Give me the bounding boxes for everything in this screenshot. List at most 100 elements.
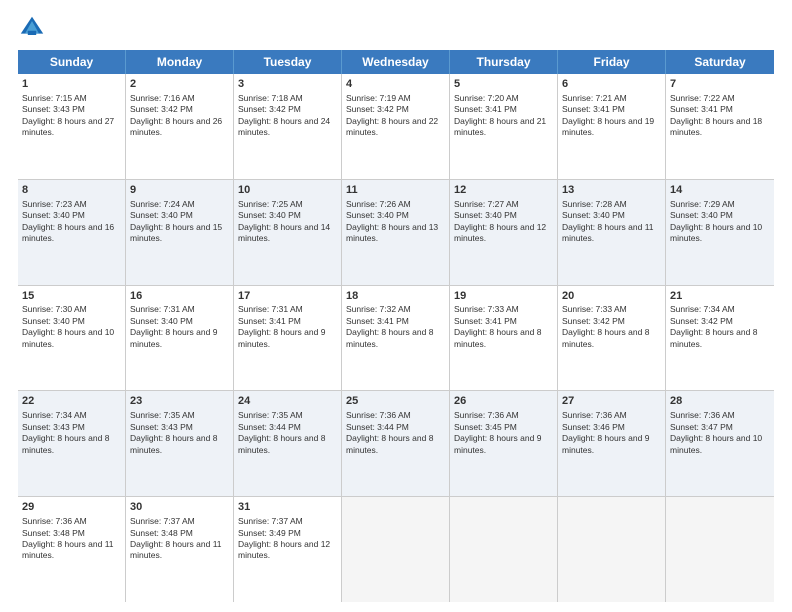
calendar-cell: 13 Sunrise: 7:28 AM Sunset: 3:40 PM Dayl… (558, 180, 666, 285)
day-number: 31 (238, 500, 337, 515)
calendar-cell: 27 Sunrise: 7:36 AM Sunset: 3:46 PM Dayl… (558, 391, 666, 496)
daylight-label: Daylight: 8 hours and 9 minutes. (562, 433, 649, 454)
daylight-label: Daylight: 8 hours and 8 minutes. (346, 433, 433, 454)
day-number: 16 (130, 289, 229, 304)
sunrise-label: Sunrise: 7:25 AM (238, 199, 303, 209)
day-number: 25 (346, 394, 445, 409)
day-number: 26 (454, 394, 553, 409)
day-number: 5 (454, 77, 553, 92)
sunrise-label: Sunrise: 7:36 AM (562, 410, 627, 420)
sunrise-label: Sunrise: 7:22 AM (670, 93, 735, 103)
day-number: 30 (130, 500, 229, 515)
calendar-cell: 20 Sunrise: 7:33 AM Sunset: 3:42 PM Dayl… (558, 286, 666, 391)
day-number: 12 (454, 183, 553, 198)
calendar-week-3: 15 Sunrise: 7:30 AM Sunset: 3:40 PM Dayl… (18, 286, 774, 392)
calendar-cell: 10 Sunrise: 7:25 AM Sunset: 3:40 PM Dayl… (234, 180, 342, 285)
day-number: 6 (562, 77, 661, 92)
sunset-label: Sunset: 3:40 PM (454, 210, 517, 220)
sunset-label: Sunset: 3:40 PM (670, 210, 733, 220)
sunrise-label: Sunrise: 7:30 AM (22, 304, 87, 314)
sunset-label: Sunset: 3:43 PM (22, 422, 85, 432)
daylight-label: Daylight: 8 hours and 16 minutes. (22, 222, 114, 243)
daylight-label: Daylight: 8 hours and 26 minutes. (130, 116, 222, 137)
day-number: 19 (454, 289, 553, 304)
sunrise-label: Sunrise: 7:18 AM (238, 93, 303, 103)
sunrise-label: Sunrise: 7:33 AM (562, 304, 627, 314)
sunset-label: Sunset: 3:44 PM (346, 422, 409, 432)
sunset-label: Sunset: 3:40 PM (22, 210, 85, 220)
sunset-label: Sunset: 3:46 PM (562, 422, 625, 432)
calendar-cell: 22 Sunrise: 7:34 AM Sunset: 3:43 PM Dayl… (18, 391, 126, 496)
logo (18, 14, 50, 42)
day-number: 24 (238, 394, 337, 409)
calendar-week-4: 22 Sunrise: 7:34 AM Sunset: 3:43 PM Dayl… (18, 391, 774, 497)
daylight-label: Daylight: 8 hours and 8 minutes. (22, 433, 109, 454)
daylight-label: Daylight: 8 hours and 21 minutes. (454, 116, 546, 137)
calendar-cell (666, 497, 774, 602)
sunset-label: Sunset: 3:42 PM (346, 104, 409, 114)
daylight-label: Daylight: 8 hours and 11 minutes. (562, 222, 654, 243)
calendar-cell: 18 Sunrise: 7:32 AM Sunset: 3:41 PM Dayl… (342, 286, 450, 391)
daylight-label: Daylight: 8 hours and 12 minutes. (454, 222, 546, 243)
calendar-cell: 17 Sunrise: 7:31 AM Sunset: 3:41 PM Dayl… (234, 286, 342, 391)
calendar-cell: 4 Sunrise: 7:19 AM Sunset: 3:42 PM Dayli… (342, 74, 450, 179)
sunrise-label: Sunrise: 7:37 AM (130, 516, 195, 526)
sunset-label: Sunset: 3:40 PM (238, 210, 301, 220)
sunrise-label: Sunrise: 7:34 AM (22, 410, 87, 420)
calendar-cell: 19 Sunrise: 7:33 AM Sunset: 3:41 PM Dayl… (450, 286, 558, 391)
header-day-sunday: Sunday (18, 50, 126, 74)
calendar-cell: 16 Sunrise: 7:31 AM Sunset: 3:40 PM Dayl… (126, 286, 234, 391)
day-number: 15 (22, 289, 121, 304)
daylight-label: Daylight: 8 hours and 19 minutes. (562, 116, 654, 137)
daylight-label: Daylight: 8 hours and 10 minutes. (670, 222, 762, 243)
sunset-label: Sunset: 3:40 PM (562, 210, 625, 220)
calendar-cell: 21 Sunrise: 7:34 AM Sunset: 3:42 PM Dayl… (666, 286, 774, 391)
calendar-cell: 30 Sunrise: 7:37 AM Sunset: 3:48 PM Dayl… (126, 497, 234, 602)
page: SundayMondayTuesdayWednesdayThursdayFrid… (0, 0, 792, 612)
header-day-friday: Friday (558, 50, 666, 74)
calendar-cell: 31 Sunrise: 7:37 AM Sunset: 3:49 PM Dayl… (234, 497, 342, 602)
header-day-saturday: Saturday (666, 50, 774, 74)
sunrise-label: Sunrise: 7:28 AM (562, 199, 627, 209)
sunset-label: Sunset: 3:48 PM (22, 528, 85, 538)
daylight-label: Daylight: 8 hours and 8 minutes. (670, 327, 757, 348)
sunset-label: Sunset: 3:41 PM (562, 104, 625, 114)
day-number: 7 (670, 77, 770, 92)
sunset-label: Sunset: 3:47 PM (670, 422, 733, 432)
sunset-label: Sunset: 3:49 PM (238, 528, 301, 538)
day-number: 29 (22, 500, 121, 515)
daylight-label: Daylight: 8 hours and 15 minutes. (130, 222, 222, 243)
daylight-label: Daylight: 8 hours and 11 minutes. (130, 539, 222, 560)
sunrise-label: Sunrise: 7:34 AM (670, 304, 735, 314)
calendar-cell: 9 Sunrise: 7:24 AM Sunset: 3:40 PM Dayli… (126, 180, 234, 285)
day-number: 2 (130, 77, 229, 92)
sunrise-label: Sunrise: 7:19 AM (346, 93, 411, 103)
sunset-label: Sunset: 3:40 PM (130, 316, 193, 326)
sunset-label: Sunset: 3:43 PM (130, 422, 193, 432)
sunrise-label: Sunrise: 7:36 AM (670, 410, 735, 420)
sunset-label: Sunset: 3:41 PM (346, 316, 409, 326)
day-number: 10 (238, 183, 337, 198)
daylight-label: Daylight: 8 hours and 12 minutes. (238, 539, 330, 560)
sunset-label: Sunset: 3:44 PM (238, 422, 301, 432)
header (18, 14, 774, 42)
day-number: 20 (562, 289, 661, 304)
calendar-week-5: 29 Sunrise: 7:36 AM Sunset: 3:48 PM Dayl… (18, 497, 774, 602)
sunrise-label: Sunrise: 7:36 AM (346, 410, 411, 420)
daylight-label: Daylight: 8 hours and 22 minutes. (346, 116, 438, 137)
sunset-label: Sunset: 3:42 PM (562, 316, 625, 326)
sunrise-label: Sunrise: 7:23 AM (22, 199, 87, 209)
sunset-label: Sunset: 3:40 PM (22, 316, 85, 326)
sunset-label: Sunset: 3:41 PM (670, 104, 733, 114)
calendar-cell: 8 Sunrise: 7:23 AM Sunset: 3:40 PM Dayli… (18, 180, 126, 285)
calendar-body: 1 Sunrise: 7:15 AM Sunset: 3:43 PM Dayli… (18, 74, 774, 602)
calendar-cell: 7 Sunrise: 7:22 AM Sunset: 3:41 PM Dayli… (666, 74, 774, 179)
calendar-cell: 14 Sunrise: 7:29 AM Sunset: 3:40 PM Dayl… (666, 180, 774, 285)
calendar-cell: 6 Sunrise: 7:21 AM Sunset: 3:41 PM Dayli… (558, 74, 666, 179)
calendar-cell: 29 Sunrise: 7:36 AM Sunset: 3:48 PM Dayl… (18, 497, 126, 602)
sunrise-label: Sunrise: 7:33 AM (454, 304, 519, 314)
sunset-label: Sunset: 3:45 PM (454, 422, 517, 432)
calendar-week-2: 8 Sunrise: 7:23 AM Sunset: 3:40 PM Dayli… (18, 180, 774, 286)
day-number: 8 (22, 183, 121, 198)
sunrise-label: Sunrise: 7:16 AM (130, 93, 195, 103)
